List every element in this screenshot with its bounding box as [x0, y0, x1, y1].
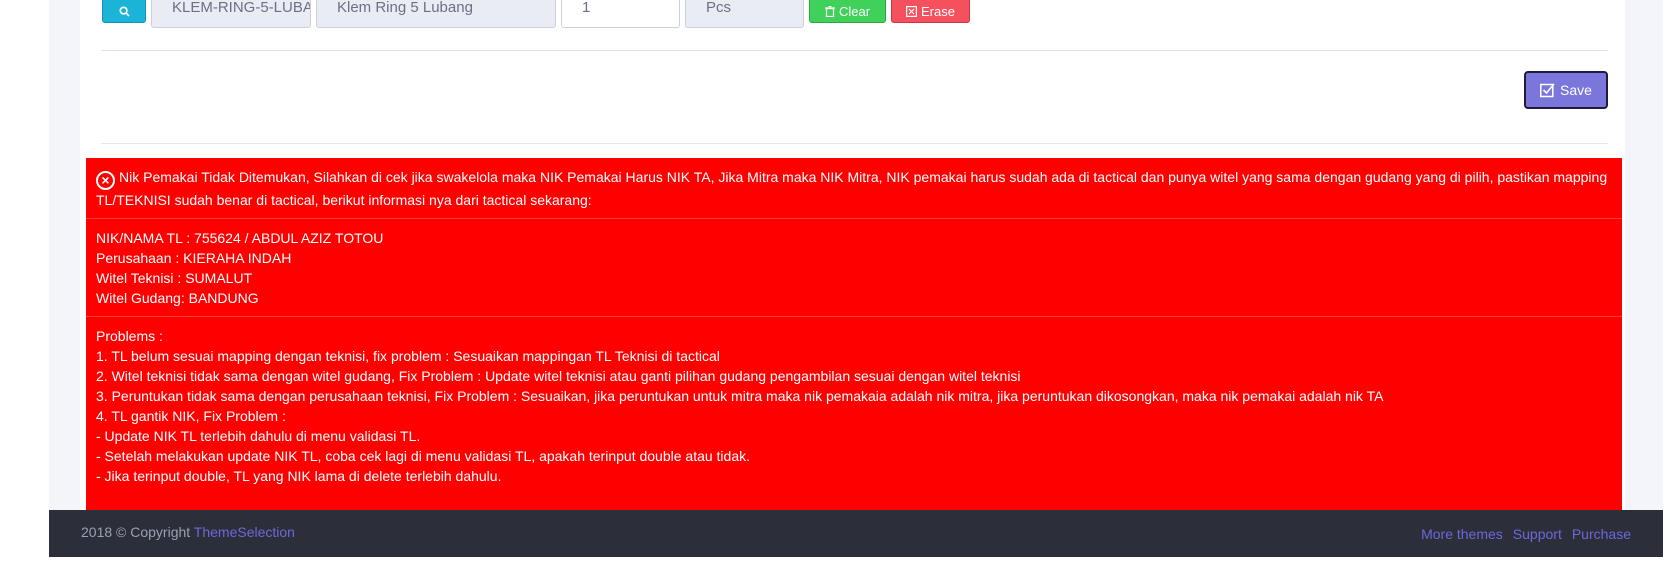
info-line: Perusahaan : KIERAHA INDAH [96, 250, 292, 266]
alert-divider [86, 316, 1622, 317]
footer: 2018 © Copyright ThemeSelection More the… [49, 510, 1663, 557]
problem-item: 4. TL gantik NIK, Fix Problem : [96, 408, 286, 424]
purchase-link[interactable]: Purchase [1572, 526, 1631, 542]
save-button[interactable]: Save [1524, 71, 1608, 109]
erase-label: Erase [921, 3, 955, 19]
item-name-field[interactable]: Klem Ring 5 Lubang [316, 0, 556, 28]
clear-button[interactable]: Clear [809, 0, 886, 23]
alert-message-line: × Nik Pemakai Tidak Ditemukan, Silahkan d… [96, 167, 1612, 210]
footer-links: More themes Support Purchase [1421, 526, 1631, 542]
unit-field[interactable]: Pcs [685, 0, 804, 28]
item-input-row: KLEM-RING-5-LUBANG Klem Ring 5 Lubang 1 … [102, 0, 970, 28]
problem-item: - Setelah melakukan update NIK TL, coba … [96, 448, 751, 464]
info-line: Witel Teknisi : SUMALUT [96, 270, 253, 286]
support-link[interactable]: Support [1513, 526, 1562, 542]
info-line: Witel Gudang: BANDUNG [96, 290, 259, 306]
copyright-text: 2018 © Copyright ThemeSelection [81, 524, 295, 540]
more-themes-link[interactable]: More themes [1421, 526, 1503, 542]
problem-item: 2. Witel teknisi tidak sama dengan witel… [96, 368, 1021, 384]
search-button[interactable] [102, 0, 146, 23]
close-circle-icon: × [96, 171, 115, 190]
error-alert: × Nik Pemakai Tidak Ditemukan, Silahkan d… [86, 158, 1622, 510]
divider [101, 50, 1608, 51]
save-label: Save [1560, 82, 1592, 98]
problem-item: - Jika terinput double, TL yang NIK lama… [96, 468, 502, 484]
alert-message: Nik Pemakai Tidak Ditemukan, Silahkan di… [96, 169, 1608, 208]
divider [101, 143, 1608, 144]
close-box-icon [906, 5, 918, 17]
quantity-input[interactable]: 1 [561, 0, 680, 28]
check-square-icon [1540, 82, 1555, 97]
alert-divider [86, 218, 1622, 219]
brand-link[interactable]: ThemeSelection [194, 524, 295, 540]
problem-item: 1. TL belum sesuai mapping dengan teknis… [96, 348, 720, 364]
clear-label: Clear [838, 3, 871, 19]
search-icon [118, 5, 130, 17]
problem-item: - Update NIK TL terlebih dahulu di menu … [96, 428, 421, 444]
trash-icon [824, 5, 835, 17]
problems-title: Problems : [96, 328, 163, 344]
item-code-field[interactable]: KLEM-RING-5-LUBANG [151, 0, 311, 28]
problem-item: 3. Peruntukan tidak sama dengan perusaha… [96, 388, 1384, 404]
info-line: NIK/NAMA TL : 755624 / ABDUL AZIZ TOTOU [96, 230, 384, 246]
copyright-label: 2018 © Copyright [81, 524, 191, 540]
erase-button[interactable]: Erase [891, 0, 970, 23]
